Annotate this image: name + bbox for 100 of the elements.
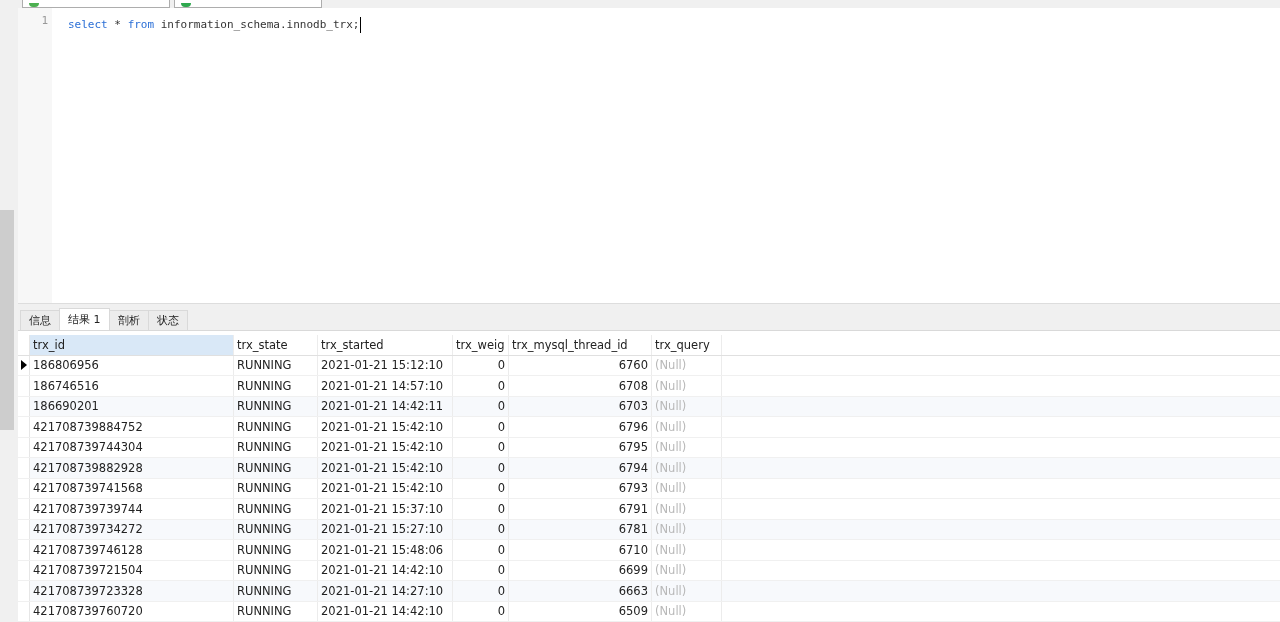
table-cell: 0 [453,417,509,437]
table-row[interactable]: 186746516 RUNNING 2021-01-21 14:57:10 0 6708 (Null) [18,376,1280,397]
table-cell: 421708739721504 [30,560,234,580]
table-cell: 6703 [509,396,652,416]
table-row[interactable]: 421708739760720 RUNNING 2021-01-21 14:42:10 0 6509 (Null) [18,601,1280,622]
table-cell: RUNNING [234,581,318,601]
column-header[interactable]: trx_started [318,334,453,355]
table-row[interactable]: 421708739721504 RUNNING 2021-01-21 14:42:10 0 6699 (Null) [18,560,1280,581]
table-row[interactable]: 421708739744304 RUNNING 2021-01-21 15:42:10 0 6795 (Null) [18,437,1280,458]
table-cell: RUNNING [234,560,318,580]
table-cell: 6791 [509,499,652,519]
column-header[interactable]: trx_query [652,334,722,355]
table-cell: 421708739746128 [30,540,234,560]
table-cell: RUNNING [234,417,318,437]
table-cell: (Null) [652,458,722,478]
table-cell: 421708739884752 [30,417,234,437]
scrollbar-thumb[interactable] [0,210,14,430]
table-cell: 421708739760720 [30,601,234,621]
table-cell: 2021-01-21 14:42:10 [318,560,453,580]
table-cell: 186690201 [30,396,234,416]
table-cell: 2021-01-21 14:57:10 [318,376,453,396]
table-cell: RUNNING [234,540,318,560]
table-cell: 6781 [509,519,652,539]
table-cell: 2021-01-21 14:27:10 [318,581,453,601]
table-cell: 6699 [509,560,652,580]
table-cell: 2021-01-21 14:42:11 [318,396,453,416]
table-cell: 421708739723328 [30,581,234,601]
table-cell: 421708739734272 [30,519,234,539]
result-tab[interactable]: 结果 1 [59,307,110,330]
table-cell: (Null) [652,601,722,621]
table-cell: 2021-01-21 15:42:10 [318,458,453,478]
table-cell: 6794 [509,458,652,478]
table-cell: 6710 [509,540,652,560]
toolbar-button[interactable] [174,0,322,8]
table-cell: 0 [453,499,509,519]
table-cell: 2021-01-21 14:42:10 [318,601,453,621]
line-number: 1 [40,13,49,29]
table-cell: (Null) [652,560,722,580]
table-cell: 0 [453,560,509,580]
table-cell: (Null) [652,478,722,498]
table-row[interactable]: 421708739882928 RUNNING 2021-01-21 15:42:10 0 6794 (Null) [18,458,1280,479]
column-header[interactable]: trx_id [30,334,234,355]
table-cell: 2021-01-21 15:42:10 [318,437,453,457]
table-cell: 6708 [509,376,652,396]
table-cell: 0 [453,601,509,621]
table-cell: 421708739882928 [30,458,234,478]
table-cell: 0 [453,458,509,478]
table-cell: 186806956 [30,355,234,375]
table-cell: RUNNING [234,499,318,519]
table-cell: RUNNING [234,396,318,416]
table-cell: 0 [453,396,509,416]
table-cell: RUNNING [234,601,318,621]
table-cell: (Null) [652,376,722,396]
table-row[interactable]: 421708739739744 RUNNING 2021-01-21 15:37:10 0 6791 (Null) [18,499,1280,520]
table-cell: 6509 [509,601,652,621]
table-cell: (Null) [652,437,722,457]
code-line[interactable]: select * from information_schema.innodb_trx; [68,17,362,33]
table-cell: (Null) [652,417,722,437]
table-cell: RUNNING [234,437,318,457]
table-cell: (Null) [652,396,722,416]
table-cell: RUNNING [234,458,318,478]
table-cell: 2021-01-21 15:37:10 [318,499,453,519]
table-cell: 6796 [509,417,652,437]
table-cell: RUNNING [234,519,318,539]
table-row[interactable]: 186806956 RUNNING 2021-01-21 15:12:10 0 6760 (Null) [18,355,1280,376]
table-row[interactable]: 421708739734272 RUNNING 2021-01-21 15:27:10 0 6781 (Null) [18,519,1280,540]
result-tab[interactable]: 状态 [147,309,188,330]
table-cell: 2021-01-21 15:42:10 [318,417,453,437]
table-row[interactable]: 421708739723328 RUNNING 2021-01-21 14:27:10 0 6663 (Null) [18,581,1280,602]
table-cell: 6795 [509,437,652,457]
table-cell: 2021-01-21 15:42:10 [318,478,453,498]
table-cell: 2021-01-21 15:48:06 [318,540,453,560]
table-cell: 0 [453,519,509,539]
result-tab[interactable]: 信息 [20,309,60,330]
table-cell: 421708739739744 [30,499,234,519]
toolbar-button[interactable] [22,0,170,8]
table-cell: RUNNING [234,355,318,375]
table-cell: 0 [453,355,509,375]
column-header[interactable]: trx_weig [453,334,509,355]
table-row[interactable]: 186690201 RUNNING 2021-01-21 14:42:11 0 6703 (Null) [18,396,1280,417]
table-cell: 0 [453,478,509,498]
table-cell: 6793 [509,478,652,498]
table-cell: (Null) [652,499,722,519]
table-cell: 6663 [509,581,652,601]
result-tab[interactable]: 剖析 [108,309,149,330]
table-row[interactable]: 421708739746128 RUNNING 2021-01-21 15:48:06 0 6710 (Null) [18,540,1280,561]
table-cell: 0 [453,437,509,457]
current-row-icon [20,360,27,371]
table-cell: 421708739744304 [30,437,234,457]
table-row[interactable]: 421708739741568 RUNNING 2021-01-21 15:42:10 0 6793 (Null) [18,478,1280,499]
table-cell: RUNNING [234,478,318,498]
table-cell: (Null) [652,540,722,560]
table-cell: 0 [453,540,509,560]
table-row[interactable]: 421708739884752 RUNNING 2021-01-21 15:42:10 0 6796 (Null) [18,417,1280,438]
table-cell: 0 [453,376,509,396]
column-header[interactable]: trx_mysql_thread_id [509,334,652,355]
table-cell: RUNNING [234,376,318,396]
table-cell: 6760 [509,355,652,375]
table-cell: 0 [453,581,509,601]
column-header[interactable]: trx_state [234,334,318,355]
